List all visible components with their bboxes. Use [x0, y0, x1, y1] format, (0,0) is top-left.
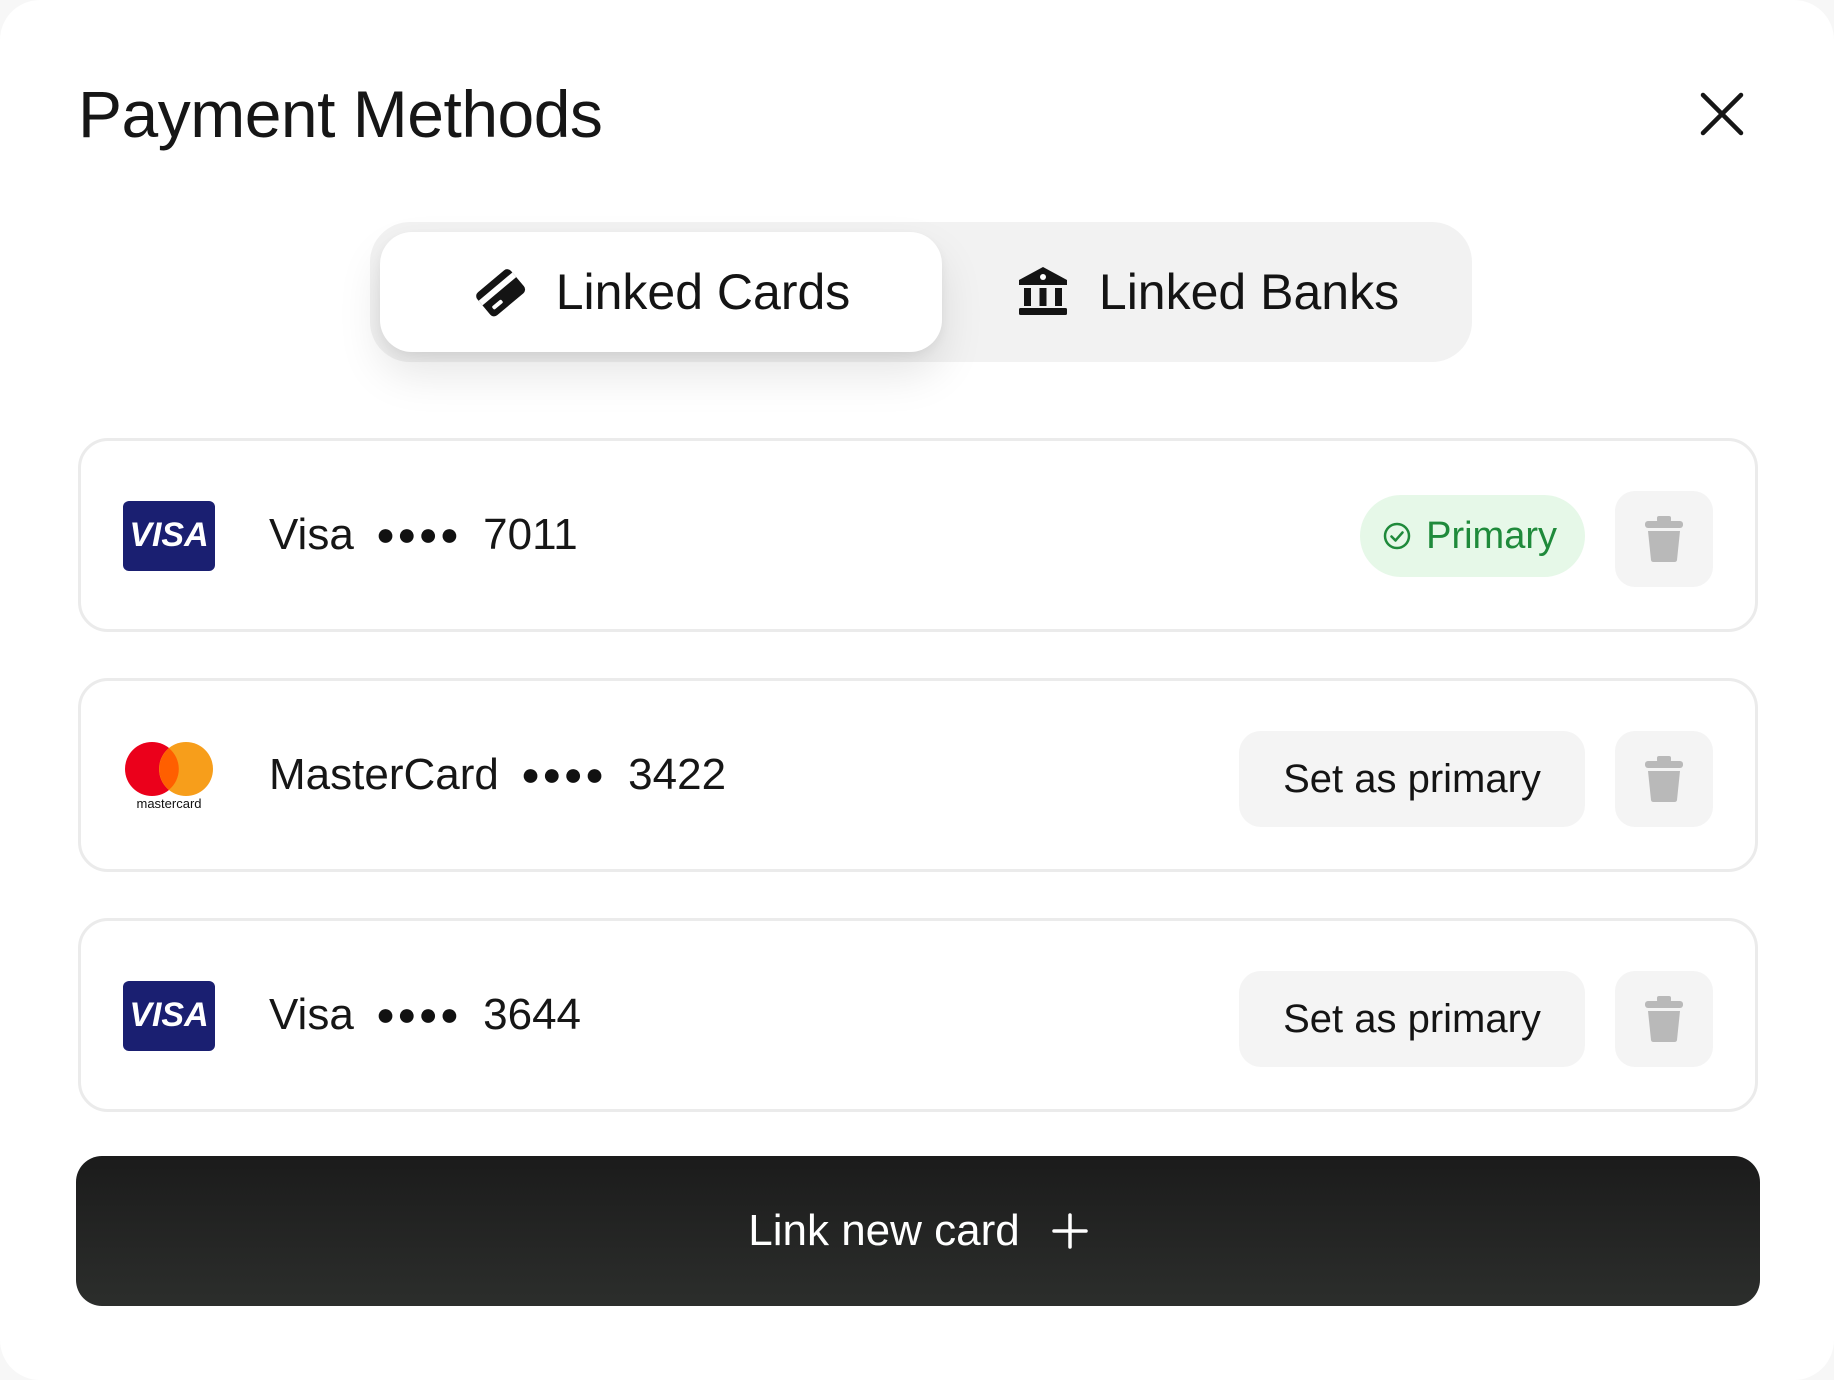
- link-new-card-button[interactable]: Link new card: [76, 1156, 1760, 1306]
- tab-label: Linked Banks: [1098, 264, 1400, 320]
- primary-badge-label: Primary: [1426, 514, 1557, 557]
- card-brand: Visa: [269, 990, 354, 1039]
- visa-logo-text: VISA: [129, 516, 208, 554]
- trash-icon: [1645, 996, 1683, 1042]
- card-info: Visa ●●●● 3644: [269, 921, 581, 1109]
- tab-linked-cards[interactable]: Linked Cards: [380, 232, 942, 352]
- delete-card-button[interactable]: [1615, 731, 1713, 827]
- bank-icon: [1018, 267, 1067, 315]
- primary-badge: Primary: [1360, 495, 1585, 577]
- close-icon: [1700, 92, 1744, 136]
- visa-logo: VISA: [123, 501, 215, 571]
- visa-logo-text: VISA: [129, 996, 208, 1034]
- card-icon: [475, 269, 525, 317]
- set-primary-button[interactable]: Set as primary: [1239, 971, 1585, 1067]
- card-row-visa-7011[interactable]: VISA Visa ●●●● 7011 Primary: [78, 438, 1758, 632]
- tab-label: Linked Cards: [555, 264, 851, 320]
- card-last4: 3422: [628, 750, 727, 799]
- page-title: Payment Methods: [78, 77, 603, 151]
- card-brand: MasterCard: [269, 750, 499, 799]
- link-new-card-label: Link new card: [748, 1206, 1020, 1255]
- check-circle-icon: [1383, 522, 1411, 550]
- mastercard-logo: mastercard: [125, 742, 213, 811]
- trash-icon: [1645, 516, 1683, 562]
- payment-methods-modal: Payment Methods Linked Cards Linked Bank…: [0, 0, 1834, 1380]
- card-brand: Visa: [269, 510, 354, 559]
- set-primary-button[interactable]: Set as primary: [1239, 731, 1585, 827]
- plus-icon: [1051, 1213, 1088, 1249]
- card-row-mastercard-3422[interactable]: mastercard MasterCard ●●●● 3422 Set as p…: [78, 678, 1758, 872]
- close-button[interactable]: [1690, 82, 1754, 146]
- card-mask: ●●●●: [520, 755, 607, 792]
- card-info: MasterCard ●●●● 3422: [269, 681, 726, 869]
- delete-card-button[interactable]: [1615, 971, 1713, 1067]
- card-last4: 3644: [483, 990, 582, 1039]
- card-last4: 7011: [483, 510, 578, 559]
- card-mask: ●●●●: [375, 515, 462, 552]
- card-row-visa-3644[interactable]: VISA Visa ●●●● 3644 Set as primary: [78, 918, 1758, 1112]
- mastercard-logo-text: mastercard: [136, 796, 201, 811]
- delete-card-button[interactable]: [1615, 491, 1713, 587]
- visa-logo: VISA: [123, 981, 215, 1051]
- card-mask: ●●●●: [375, 995, 462, 1032]
- card-info: Visa ●●●● 7011: [269, 441, 578, 629]
- trash-icon: [1645, 756, 1683, 802]
- tab-linked-banks[interactable]: Linked Banks: [942, 232, 1472, 352]
- tab-switcher: Linked Cards Linked Banks: [370, 222, 1472, 362]
